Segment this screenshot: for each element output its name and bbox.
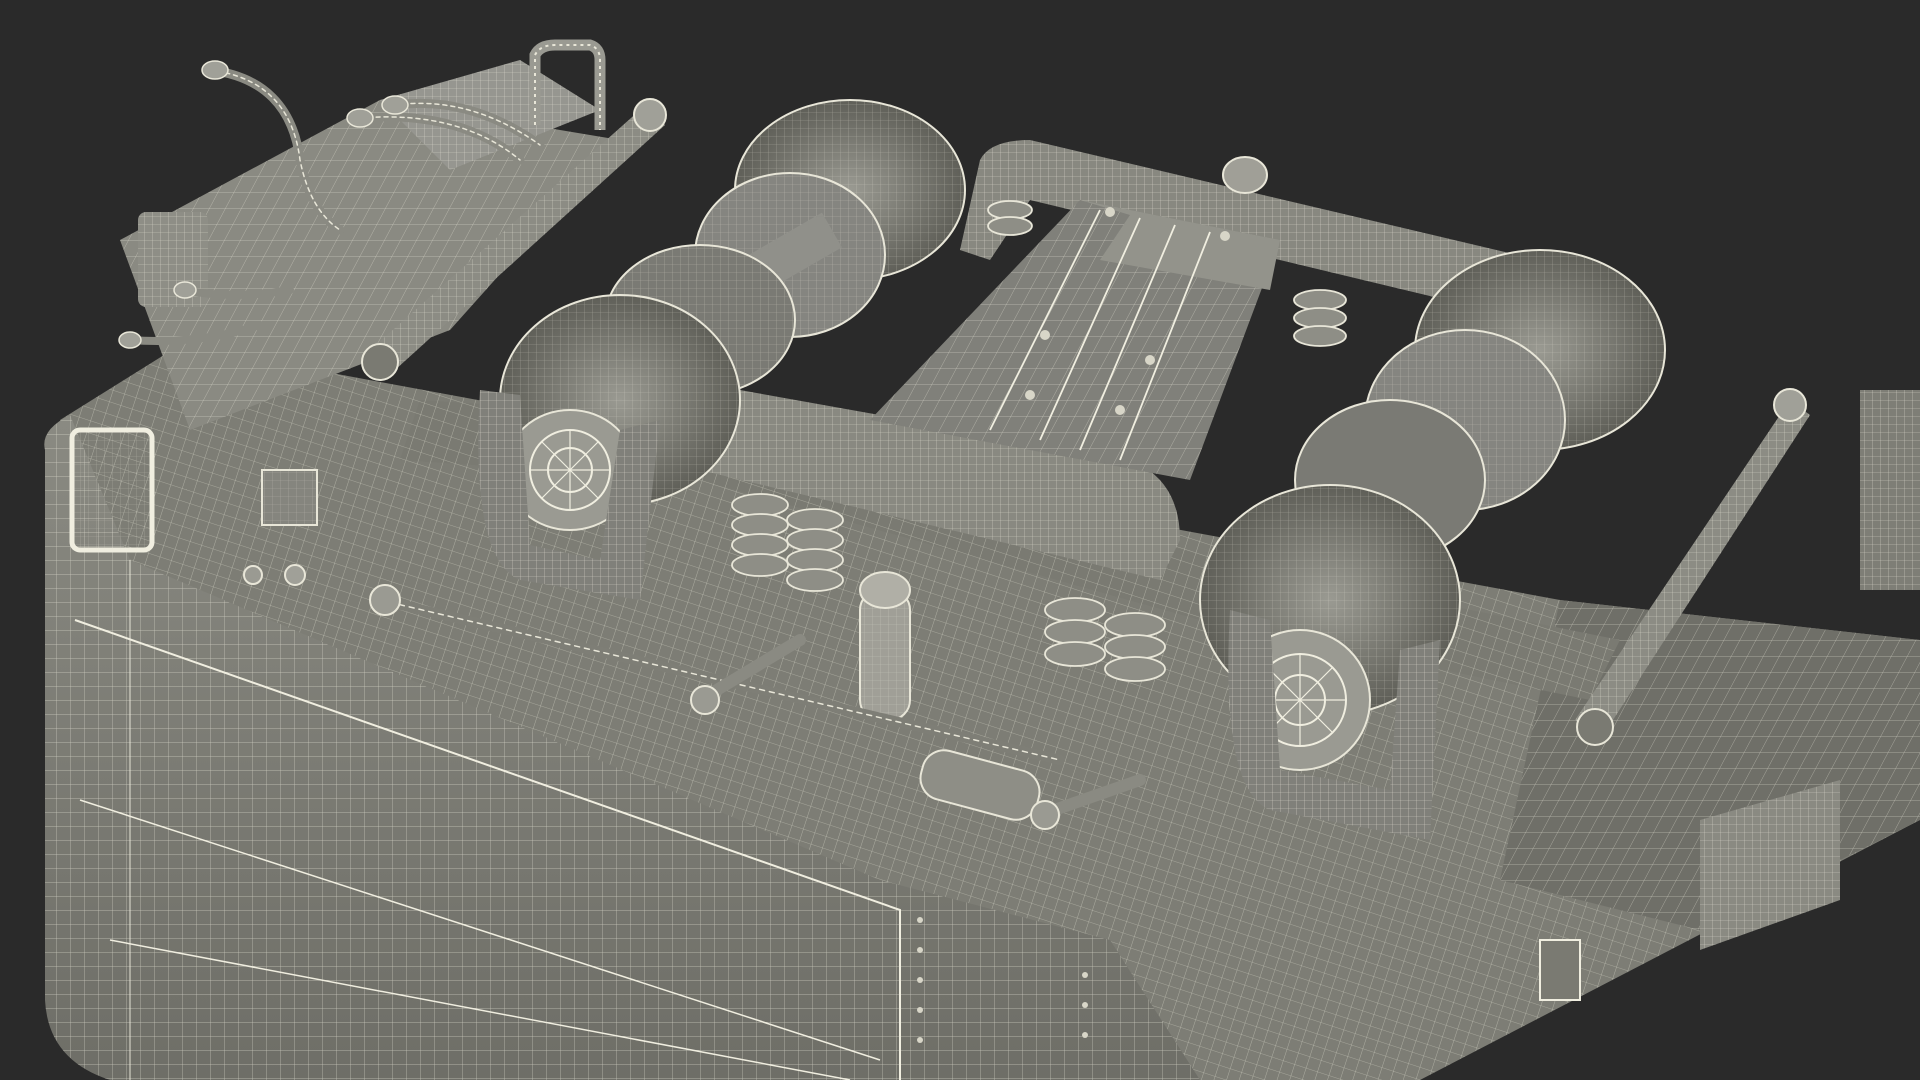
wireframe-render: [44, 39, 1920, 1080]
render-viewport: [0, 0, 1920, 1080]
